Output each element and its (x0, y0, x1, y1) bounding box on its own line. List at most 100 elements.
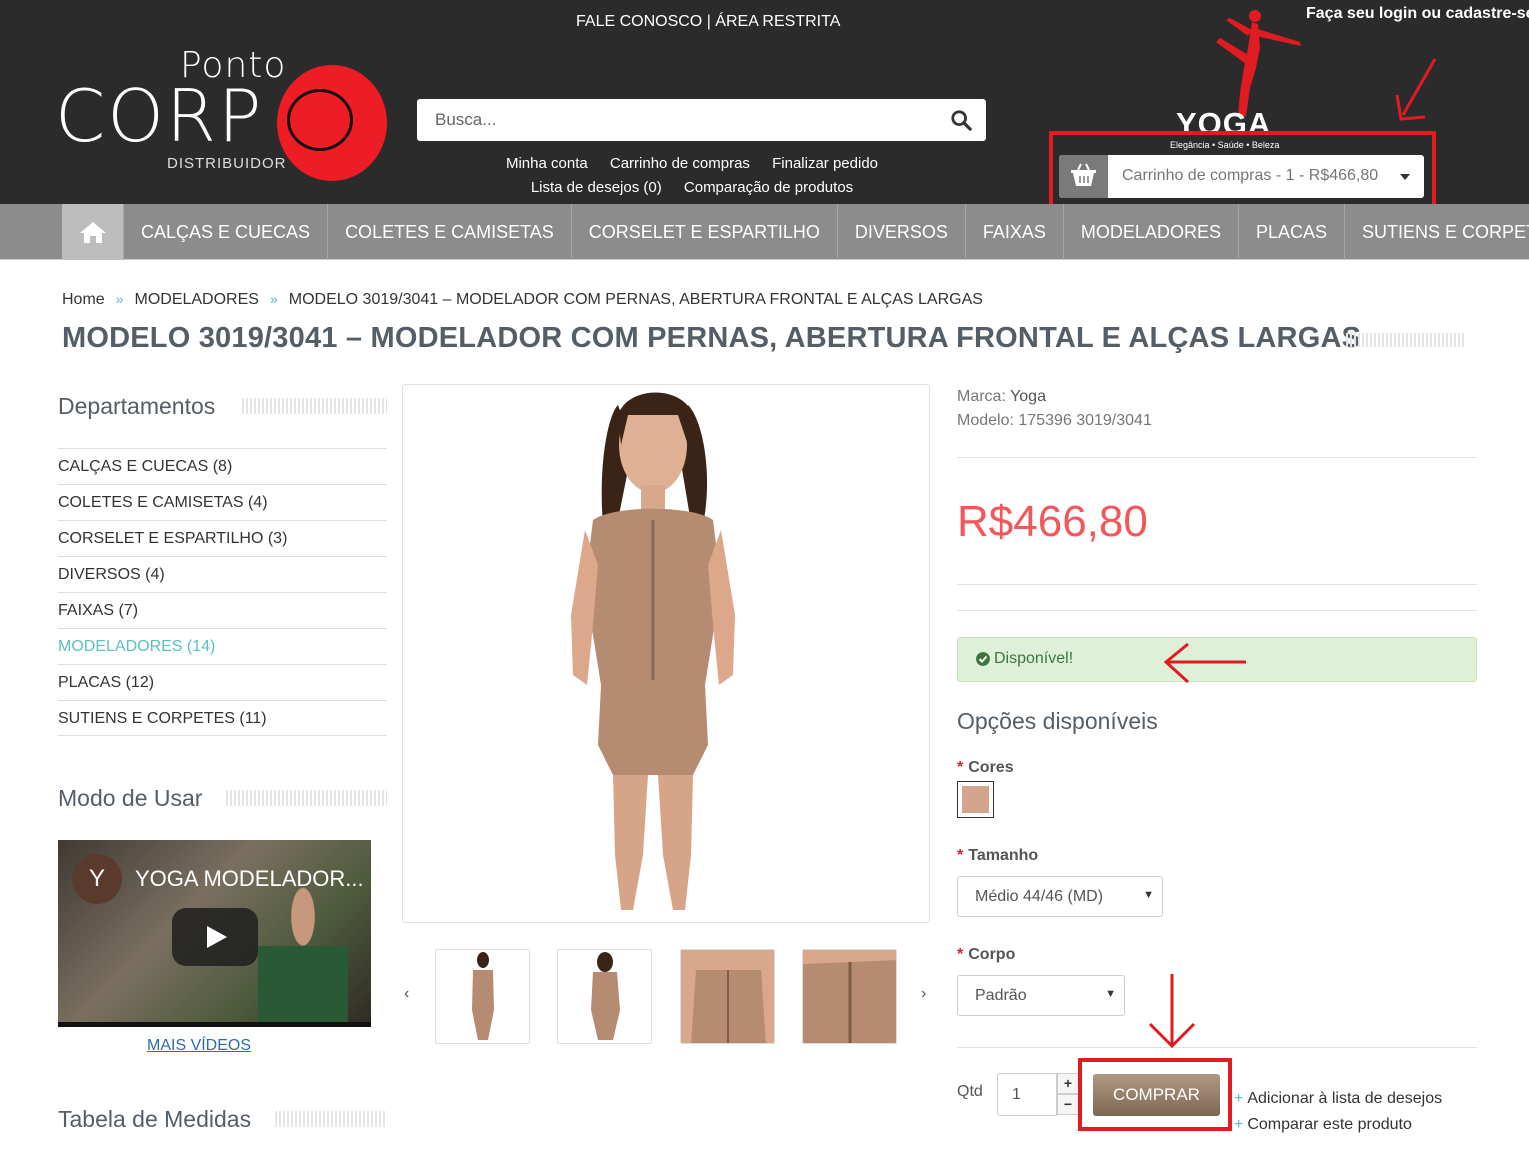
annotation-arrow-icon (1163, 642, 1246, 684)
brand-link[interactable]: Yoga (1010, 388, 1046, 405)
annotation-arrow-icon (1395, 58, 1437, 121)
category-item[interactable]: COLETES E CAMISETAS (4) (58, 484, 387, 520)
my-account-link[interactable]: Minha conta (506, 155, 588, 172)
page-title: MODELO 3019/3041 – MODELADOR COM PERNAS,… (62, 322, 1362, 354)
usage-heading: Modo de Usar (58, 785, 203, 811)
nav-item-placas[interactable]: PLACAS (1237, 204, 1344, 260)
play-icon (207, 926, 227, 948)
video-embed[interactable]: Y YOGA MODELADOR... (58, 840, 371, 1027)
availability-text: Disponível! (994, 650, 1074, 667)
category-item[interactable]: PLACAS (12) (58, 664, 387, 700)
body-select-value: Padrão (975, 987, 1027, 1004)
more-videos-link[interactable]: MAIS VÍDEOS (147, 1037, 251, 1055)
category-item[interactable]: CALÇAS E CUECAS (8) (58, 448, 387, 484)
breadcrumb-separator: » (115, 291, 124, 307)
thumbnail-3[interactable] (680, 949, 775, 1044)
home-button[interactable] (62, 204, 123, 260)
plus-icon: + (1234, 1090, 1244, 1107)
dancer-icon (1216, 10, 1301, 116)
thumbnail-photo (472, 952, 494, 1040)
breadcrumb-separator: » (269, 291, 278, 307)
model-value: 175396 3019/3041 (1018, 412, 1152, 429)
category-item[interactable]: CORSELET E ESPARTILHO (3) (58, 520, 387, 556)
category-list: CALÇAS E CUECAS (8) COLETES E CAMISETAS … (58, 448, 387, 736)
search-input[interactable] (417, 99, 917, 141)
qty-value: 1 (1012, 1086, 1021, 1103)
color-swatch[interactable] (957, 781, 994, 818)
nav-item-modeladores[interactable]: MODELADORES (1062, 204, 1238, 260)
logo-distribuidor: DISTRIBUIDOR (167, 155, 287, 172)
color-swatch-fill (962, 786, 989, 813)
size-label: * Tamanho (957, 847, 1039, 864)
departments-heading: Departamentos (58, 393, 216, 419)
size-select[interactable]: Médio 44/46 (MD) ▼ (957, 876, 1163, 917)
annotation-arrow-icon (1148, 974, 1196, 1049)
login-link[interactable]: Faça seu login ou cadastre-se (1306, 5, 1529, 23)
logo-circle (277, 65, 387, 181)
cart-link[interactable]: Carrinho de compras (610, 155, 750, 172)
video-title[interactable]: YOGA MODELADOR... (135, 866, 364, 892)
nav-item-corselet[interactable]: CORSELET E ESPARTILHO (570, 204, 837, 260)
top-links[interactable]: FALE CONOSCO | ÁREA RESTRITA (576, 13, 840, 31)
title-decoration (1346, 333, 1464, 347)
breadcrumb-category[interactable]: MODELADORES (134, 291, 258, 308)
thumbnail-4[interactable] (802, 949, 897, 1044)
channel-avatar: Y (72, 854, 122, 904)
thumbnail-2[interactable] (557, 949, 652, 1044)
wishlist-link[interactable]: Lista de desejos (0) (531, 179, 662, 196)
nav-item-diversos[interactable]: DIVERSOS (836, 204, 965, 260)
search-bar (417, 99, 986, 141)
add-to-wishlist-link[interactable]: + Adicionar à lista de desejos (1234, 1090, 1442, 1108)
site-logo[interactable]: Ponto CORP DISTRIBUIDOR (55, 45, 395, 185)
divider (957, 584, 1477, 585)
body-select[interactable]: Padrão ▼ (957, 975, 1125, 1016)
plus-icon: + (1234, 1116, 1244, 1133)
heading-decoration (275, 1111, 387, 1127)
thumbnail-photo (681, 950, 774, 1043)
nav-item-sutiens[interactable]: SUTIENS E CORPETES (1344, 204, 1529, 260)
check-circle-icon (976, 652, 990, 666)
qty-increment-button[interactable]: + (1057, 1073, 1079, 1094)
divider (957, 610, 1477, 611)
video-progress (58, 1022, 371, 1027)
qty-decrement-button[interactable]: − (1057, 1094, 1079, 1115)
category-item-active[interactable]: MODELADORES (14) (58, 628, 387, 664)
divider (957, 457, 1477, 458)
compare-link[interactable]: Comparação de produtos (684, 179, 853, 196)
breadcrumb-current[interactable]: MODELO 3019/3041 – MODELADOR COM PERNAS,… (289, 291, 983, 308)
size-select-value: Médio 44/46 (MD) (975, 888, 1104, 905)
category-item[interactable]: DIVERSOS (4) (58, 556, 387, 592)
options-heading: Opções disponíveis (957, 708, 1158, 734)
nav-item-faixas[interactable]: FAIXAS (964, 204, 1063, 260)
main-nav: CALÇAS E CUECAS COLETES E CAMISETAS CORS… (0, 204, 1529, 260)
chevron-left-icon[interactable]: ‹ (404, 985, 409, 1003)
qty-input[interactable]: 1 (997, 1073, 1057, 1116)
select-arrow-icon: ▼ (1105, 988, 1116, 1000)
product-photo (571, 392, 735, 910)
thumbnail-1[interactable] (435, 949, 530, 1044)
thumbnail-photo (803, 950, 896, 1043)
nav-item-calcas[interactable]: CALÇAS E CUECAS (123, 204, 327, 260)
brand-line: Marca: Yoga (957, 388, 1046, 406)
breadcrumb-home[interactable]: Home (62, 291, 105, 308)
annotation-box-buy (1078, 1058, 1232, 1131)
search-icon[interactable] (950, 109, 972, 131)
checkout-link[interactable]: Finalizar pedido (772, 155, 878, 172)
account-links: Minha conta Carrinho de compras Finaliza… (417, 152, 967, 200)
heading-decoration (242, 398, 387, 414)
category-item[interactable]: SUTIENS E CORPETES (11) (58, 700, 387, 736)
brand-label: Marca: (957, 388, 1006, 405)
home-icon (79, 222, 106, 243)
category-item[interactable]: FAIXAS (7) (58, 592, 387, 628)
nav-item-coletes[interactable]: COLETES E CAMISETAS (327, 204, 571, 260)
model-label: Modelo: (957, 412, 1014, 429)
play-button[interactable] (172, 908, 258, 966)
logo-corpo: CORP (55, 74, 264, 158)
compare-product-link[interactable]: + Comparar este produto (1234, 1116, 1412, 1134)
measures-heading: Tabela de Medidas (58, 1106, 252, 1132)
select-arrow-icon: ▼ (1143, 889, 1154, 901)
chevron-right-icon[interactable]: › (921, 985, 926, 1003)
product-main-image[interactable] (402, 384, 930, 923)
model-line: Modelo: 175396 3019/3041 (957, 412, 1152, 430)
body-label: * Corpo (957, 946, 1016, 963)
